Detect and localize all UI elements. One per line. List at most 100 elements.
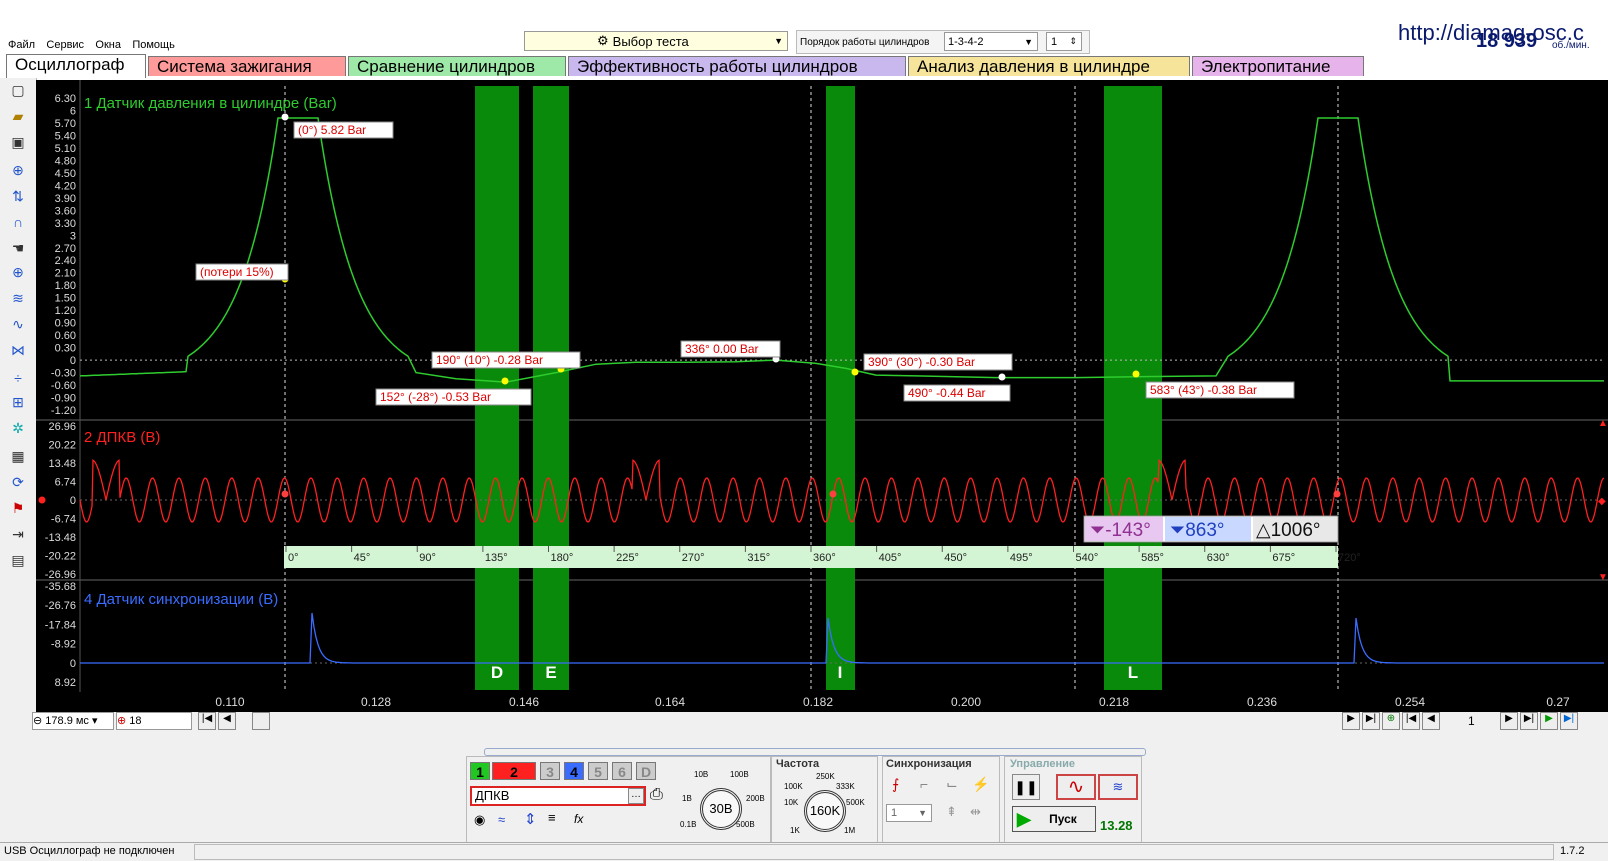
ch4-tick-label: -35.68 bbox=[45, 581, 76, 593]
first-page-button[interactable]: |◀ bbox=[198, 712, 216, 730]
ch2-tick-label: 13.48 bbox=[48, 458, 76, 470]
channel-button-d[interactable]: D bbox=[636, 762, 656, 780]
channel-button-1[interactable]: 1 bbox=[470, 762, 490, 780]
flag-icon[interactable]: ⚑ bbox=[8, 498, 28, 518]
channel-name-more-button[interactable]: … bbox=[628, 788, 644, 804]
channel-button-6[interactable]: 6 bbox=[612, 762, 632, 780]
oscilloscope-display[interactable]: 6.3065.705.405.104.804.504.203.903.603.3… bbox=[36, 80, 1608, 712]
page-number: 1 bbox=[1468, 714, 1475, 728]
end-button[interactable]: ▶| bbox=[1520, 712, 1538, 730]
probe-icon[interactable]: ⎙ bbox=[650, 786, 663, 804]
lines-icon[interactable]: ≡ bbox=[548, 810, 556, 825]
tab-ignition[interactable]: Система зажигания bbox=[148, 56, 346, 76]
ch1-tick-label: 1.80 bbox=[55, 280, 76, 292]
menu-file[interactable]: Файл bbox=[8, 39, 35, 51]
zoom-select[interactable]: ⊕ 18 bbox=[116, 712, 192, 730]
marker-dot bbox=[281, 113, 289, 121]
channel-button-5[interactable]: 5 bbox=[588, 762, 608, 780]
channel-button-3[interactable]: 3 bbox=[540, 762, 560, 780]
menu-service[interactable]: Сервис bbox=[46, 39, 84, 51]
test-select[interactable]: ⚙ Выбор теста ▼ bbox=[524, 31, 788, 51]
cyl-number-stepper[interactable]: 1 ⇕ bbox=[1046, 32, 1082, 51]
ch2-up-arrow: ▲ bbox=[1598, 418, 1608, 429]
measure-icon[interactable]: ⇅ bbox=[8, 186, 28, 206]
menu-help[interactable]: Помощь bbox=[132, 39, 175, 51]
ch1-tick-label: 5.70 bbox=[55, 118, 76, 130]
menu-bar: Файл Сервис Окна Помощь bbox=[8, 37, 183, 51]
tab-power[interactable]: Электропитание bbox=[1192, 56, 1364, 76]
wave-icon[interactable]: ≈ bbox=[498, 812, 505, 827]
tab-cyl-compare[interactable]: Сравнение цилиндров bbox=[348, 56, 566, 76]
panel-scrollbar[interactable] bbox=[484, 748, 1146, 756]
ch4-tick-label: -17.84 bbox=[45, 619, 76, 631]
zero-icon[interactable]: ⇥ bbox=[8, 524, 28, 544]
scroll-thumb[interactable] bbox=[252, 712, 270, 730]
sync-level-icon[interactable]: ⇞ bbox=[946, 804, 957, 820]
falling-edge-icon[interactable]: ⌐ bbox=[920, 776, 928, 792]
auto-sync-icon[interactable]: ⟳ bbox=[8, 472, 28, 492]
next-button[interactable]: ▶ bbox=[1342, 712, 1360, 730]
open-folder-icon[interactable]: ▰ bbox=[8, 106, 28, 126]
zoom-icon[interactable]: ⊕ bbox=[8, 262, 28, 282]
grid-icon[interactable]: ▦ bbox=[8, 446, 28, 466]
ch1-tick-label: 5.10 bbox=[55, 143, 76, 155]
timebase-select[interactable]: ⊖ 178.9 мс ▾ bbox=[32, 712, 114, 730]
ch1-tick-label: -1.20 bbox=[51, 405, 76, 417]
eye-icon[interactable]: ◉ bbox=[474, 812, 485, 828]
arc-icon[interactable]: ∩ bbox=[8, 212, 28, 232]
connection-status: USB Осциллограф не подключен bbox=[4, 845, 175, 857]
tab-cyl-efficiency[interactable]: Эффективность работы цилиндров bbox=[568, 56, 906, 76]
degree-tick: 315° bbox=[747, 552, 770, 564]
channel-button-2[interactable]: 2 bbox=[492, 762, 536, 780]
save-icon[interactable]: ▣ bbox=[8, 132, 28, 152]
channel-button-4[interactable]: 4 bbox=[564, 762, 584, 780]
new-file-icon[interactable]: ▢ bbox=[8, 80, 28, 100]
cyl-order-select[interactable]: 1-3-4-2 ▼ bbox=[944, 32, 1038, 51]
waves-icon[interactable]: ≋ bbox=[8, 288, 28, 308]
single-wave-button[interactable]: ∿ bbox=[1056, 774, 1096, 800]
overlay-icon[interactable]: ⋈ bbox=[8, 340, 28, 360]
edge-down-icon[interactable]: ⌙ bbox=[946, 776, 958, 793]
start-button[interactable]: ▶ Пуск bbox=[1012, 806, 1096, 832]
multi-wave-button[interactable]: ≋ bbox=[1098, 774, 1138, 800]
degree-tick: 495° bbox=[1010, 552, 1033, 564]
layers-icon[interactable]: ⊞ bbox=[8, 392, 28, 412]
forward-button[interactable]: ▶ bbox=[1500, 712, 1518, 730]
engine-icon[interactable]: ✲ bbox=[8, 418, 28, 438]
notes-icon[interactable]: ▤ bbox=[8, 550, 28, 570]
back-button[interactable]: ◀ bbox=[1422, 712, 1440, 730]
hand-icon[interactable]: ☚ bbox=[8, 238, 28, 258]
pause-button[interactable]: ❚❚ bbox=[1012, 774, 1040, 800]
rewind-button[interactable]: |◀ bbox=[1402, 712, 1420, 730]
auto-icon[interactable]: ⊕ bbox=[8, 160, 28, 180]
play-button[interactable]: ▶ bbox=[1540, 712, 1558, 730]
filter-icon[interactable]: ∿ bbox=[8, 314, 28, 334]
split-icon[interactable]: ÷ bbox=[8, 368, 28, 388]
sync-center-icon[interactable]: ⇹ bbox=[970, 804, 981, 820]
volt-label-1: 1В bbox=[682, 794, 692, 803]
ch1-tick-label: 2.40 bbox=[55, 255, 76, 267]
frequency-knob[interactable]: 160K bbox=[804, 790, 846, 832]
volt-label-200: 200В bbox=[746, 794, 765, 803]
prev-page-button[interactable]: ◀ bbox=[218, 712, 236, 730]
tab-pressure-analysis[interactable]: Анализ давления в цилиндре bbox=[908, 56, 1190, 76]
rising-edge-icon[interactable]: ⨍ bbox=[892, 776, 899, 793]
add-icon[interactable]: ⊕ bbox=[1382, 712, 1400, 730]
sync-auto-icon[interactable]: ⚡ bbox=[972, 776, 989, 793]
volt-knob[interactable]: 30В bbox=[700, 788, 742, 830]
channel-name-input[interactable]: ДПКВ bbox=[470, 786, 646, 806]
time-tick-label: 0.164 bbox=[655, 695, 685, 709]
time-tick-label: 0.27 bbox=[1546, 695, 1570, 709]
last-button[interactable]: ▶| bbox=[1362, 712, 1380, 730]
menu-windows[interactable]: Окна bbox=[95, 39, 121, 51]
tab-oscillograph[interactable]: Осциллограф bbox=[6, 54, 146, 78]
ch2-tick-label: 26.96 bbox=[48, 421, 76, 433]
degree-tick: 0° bbox=[288, 552, 299, 564]
freq-label-250k: 250K bbox=[816, 772, 835, 781]
fx-icon[interactable]: fx bbox=[574, 812, 583, 826]
play-end-button[interactable]: ▶| bbox=[1560, 712, 1578, 730]
ch1-title: 1 Датчик давления в цилиндре (Bar) bbox=[84, 95, 337, 112]
updown-icon[interactable]: ⇕ bbox=[524, 810, 537, 828]
sync-channel-select[interactable]: 1 ▼ bbox=[886, 804, 932, 822]
degree-tick: 450° bbox=[944, 552, 967, 564]
